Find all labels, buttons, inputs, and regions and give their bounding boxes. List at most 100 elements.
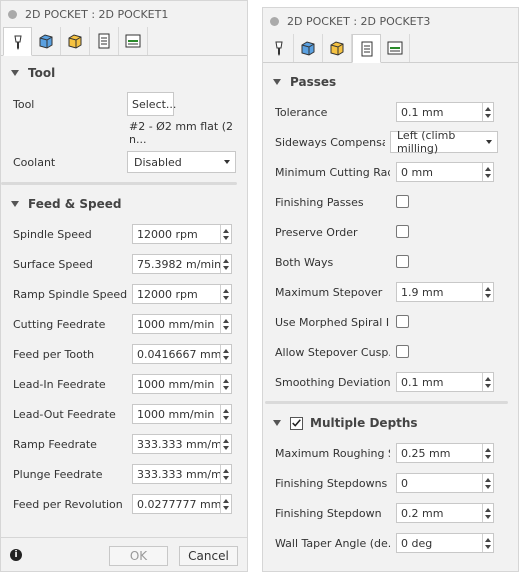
spinner-arrows[interactable] — [220, 465, 231, 483]
both-ways-checkbox[interactable] — [396, 255, 409, 268]
feed-speed-input[interactable]: 12000 rpm — [132, 224, 232, 244]
tab-geometry[interactable] — [294, 34, 323, 62]
allow-stepover-row: Allow Stepover Cusp... — [263, 337, 518, 367]
spinner-arrows[interactable] — [482, 534, 493, 552]
spinner-arrows[interactable] — [220, 375, 231, 393]
feed-speed-row: Cutting Feedrate 1000 mm/min — [1, 309, 247, 339]
arrow-down-icon — [223, 235, 229, 240]
tool-row: Tool Select... — [1, 88, 247, 120]
tab-geometry[interactable] — [32, 27, 61, 55]
arrow-down-icon — [485, 454, 491, 459]
spinner-arrows[interactable] — [482, 474, 493, 492]
feed-speed-row: Lead-In Feedrate 1000 mm/min — [1, 369, 247, 399]
collapse-caret-icon — [273, 420, 281, 426]
feed-speed-input[interactable]: 1000 mm/min — [132, 314, 232, 334]
wall-taper-label: Wall Taper Angle (de... — [275, 536, 390, 550]
tab-heights[interactable] — [323, 34, 352, 62]
tab-passes[interactable] — [352, 34, 381, 63]
feed-speed-label: Plunge Feedrate — [13, 467, 103, 481]
spinner-arrows[interactable] — [220, 405, 231, 423]
preserve-order-checkbox[interactable] — [396, 225, 409, 238]
allow-stepover-checkbox[interactable] — [396, 345, 409, 358]
cancel-button[interactable]: Cancel — [179, 546, 238, 566]
spinner-arrows[interactable] — [482, 373, 493, 391]
feed-section-header[interactable]: Feed & Speed — [1, 189, 247, 219]
arrow-down-icon — [223, 445, 229, 450]
passes-section-header[interactable]: Passes — [263, 67, 518, 97]
spinner-arrows[interactable] — [220, 315, 231, 333]
feed-speed-input[interactable]: 1000 mm/min — [132, 404, 232, 424]
arrow-up-icon — [223, 318, 229, 323]
feed-speed-input[interactable]: 333.333 mm/min — [132, 464, 232, 484]
feed-speed-input[interactable]: 1000 mm/min — [132, 374, 232, 394]
arrow-down-icon — [485, 514, 491, 519]
spinner-arrows[interactable] — [220, 285, 231, 303]
both-ways-label: Both Ways — [275, 255, 334, 269]
feed-speed-label: Ramp Spindle Speed — [13, 287, 128, 301]
feed-speed-input[interactable]: 75.3982 m/min — [132, 254, 232, 274]
spinner-arrows[interactable] — [220, 225, 231, 243]
spinner-arrows[interactable] — [482, 163, 493, 181]
max-roughing-input[interactable]: 0.25 mm — [396, 443, 494, 463]
feed-speed-row: Feed per Tooth 0.0416667 mm — [1, 339, 247, 369]
feed-speed-input[interactable]: 12000 rpm — [132, 284, 232, 304]
min-cutting-row: Minimum Cutting Rad... 0 mm — [263, 157, 518, 187]
arrow-up-icon — [485, 477, 491, 482]
multiple-depths-checkbox[interactable] — [290, 416, 303, 430]
feed-speed-input[interactable]: 333.333 mm/min — [132, 434, 232, 454]
smoothing-input[interactable]: 0.1 mm — [396, 372, 494, 392]
tolerance-input[interactable]: 0.1 mm — [396, 102, 494, 122]
info-icon[interactable]: i — [10, 549, 22, 561]
tab-linking[interactable] — [381, 34, 410, 62]
arrow-up-icon — [223, 438, 229, 443]
morphed-spiral-row: Use Morphed Spiral I... — [263, 307, 518, 337]
morphed-spiral-checkbox[interactable] — [396, 315, 409, 328]
tab-heights[interactable] — [61, 27, 90, 55]
tool-section-header[interactable]: Tool — [1, 58, 247, 88]
finishing-stepdown-input[interactable]: 0.2 mm — [396, 503, 494, 523]
left-panel: 2D POCKET : 2D POCKET1 Tool Tool Select.… — [0, 0, 248, 572]
sideways-dropdown[interactable]: Left (climb milling) — [390, 129, 498, 155]
footer: i OK Cancel — [1, 537, 247, 571]
feed-speed-input[interactable]: 0.0416667 mm — [132, 344, 232, 364]
spinner-arrows[interactable] — [220, 495, 231, 513]
feed-speed-input[interactable]: 0.0277777 mm — [132, 494, 232, 514]
tab-tool[interactable] — [265, 34, 294, 62]
feed-speed-label: Cutting Feedrate — [13, 317, 106, 331]
spinner-arrows[interactable] — [482, 103, 493, 121]
finishing-passes-label: Finishing Passes — [275, 195, 364, 209]
arrow-down-icon — [223, 265, 229, 270]
spinner-arrows[interactable] — [482, 504, 493, 522]
finishing-passes-checkbox[interactable] — [396, 195, 409, 208]
spinner-arrows[interactable] — [482, 444, 493, 462]
finishing-stepdown-value: 0.2 mm — [401, 506, 444, 520]
arrow-down-icon — [223, 415, 229, 420]
depths-section-header[interactable]: Multiple Depths — [263, 408, 518, 438]
collapse-caret-icon — [273, 79, 281, 85]
tab-passes[interactable] — [90, 27, 119, 55]
spinner-arrows[interactable] — [220, 435, 231, 453]
wall-taper-input[interactable]: 0 deg — [396, 533, 494, 553]
section-title: Tool — [28, 66, 56, 80]
arrow-down-icon — [485, 544, 491, 549]
feed-speed-label: Ramp Feedrate — [13, 437, 97, 451]
min-cutting-input[interactable]: 0 mm — [396, 162, 494, 182]
max-stepover-label: Maximum Stepover — [275, 285, 383, 299]
select-tool-button[interactable]: Select... — [127, 92, 176, 116]
max-stepover-input[interactable]: 1.9 mm — [396, 282, 494, 302]
coolant-dropdown[interactable]: Disabled — [127, 151, 236, 173]
spinner-arrows[interactable] — [220, 255, 231, 273]
spinner-arrows[interactable] — [482, 283, 493, 301]
spinner-arrows[interactable] — [220, 345, 231, 363]
chevron-down-icon — [486, 140, 492, 144]
tab-linking[interactable] — [119, 27, 148, 55]
passes-icon — [361, 41, 372, 56]
smoothing-value: 0.1 mm — [401, 375, 444, 389]
arrow-up-icon — [485, 286, 491, 291]
feed-speed-value: 333.333 mm/min — [137, 467, 220, 481]
tolerance-row: Tolerance 0.1 mm — [263, 97, 518, 127]
ok-button[interactable]: OK — [109, 546, 168, 566]
section-title: Passes — [290, 75, 337, 89]
finishing-stepdowns-input[interactable]: 0 — [396, 473, 494, 493]
tab-tool[interactable] — [3, 27, 32, 56]
